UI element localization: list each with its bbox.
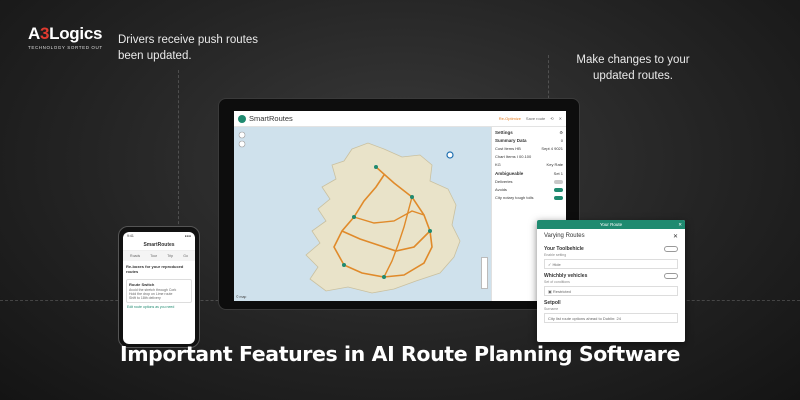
toggle-switch[interactable] xyxy=(554,195,563,200)
callout-changes: Make changes to your updated routes. xyxy=(576,54,690,82)
phone-tab[interactable]: Roads xyxy=(130,254,140,258)
setting-value[interactable]: City list route options ahead to Dublin:… xyxy=(544,313,678,323)
toggles-header: Ambigueable Set 1 xyxy=(495,171,563,176)
summary-value: 0 xyxy=(560,138,563,143)
route-settings-popup: Your Route ✕ Varying Routes ✕ Your Toolb… xyxy=(537,220,685,342)
close-icon[interactable]: ✕ xyxy=(559,116,562,121)
setting-value[interactable]: ▣ Restricted xyxy=(544,286,678,296)
popup-setting: Your Toolbehicle Enable setting ✓ Hide xyxy=(537,244,685,271)
logo-wordmark: A3Logics xyxy=(28,24,103,43)
map-tool-icon[interactable] xyxy=(238,131,246,139)
route-stop[interactable] xyxy=(382,275,386,279)
route-switch-card[interactable]: Route Switch Avoid the stretch through C… xyxy=(126,279,192,303)
laptop-screen: SmartRoutes Re-Optimize Save route ⟲ ✕ ©… xyxy=(234,111,566,301)
popup-title-row: Varying Routes ✕ xyxy=(537,229,685,244)
refresh-icon[interactable]: ⟲ xyxy=(550,116,553,121)
map-tool-icon[interactable] xyxy=(238,140,246,148)
setting-label: Your Toolbehicle xyxy=(544,246,584,252)
setting-toggle[interactable] xyxy=(664,273,678,279)
panel-title: Settings xyxy=(495,130,513,135)
close-icon[interactable]: ✕ xyxy=(678,222,682,228)
setting-value[interactable]: ✓ Hide xyxy=(544,259,678,269)
page-title: Important Features in AI Route Planning … xyxy=(119,342,681,366)
phone-tab[interactable]: Go xyxy=(183,254,188,258)
map-footer: © map xyxy=(236,295,247,299)
company-logo: A3Logics TECHNOLOGY SORTED OUT xyxy=(28,24,103,50)
logo-tagline: TECHNOLOGY SORTED OUT xyxy=(28,45,103,50)
data-value: Sept 4 9021 xyxy=(541,146,563,151)
popup-header: Your Route ✕ xyxy=(537,220,685,229)
card-title: Route Switch xyxy=(129,282,155,287)
app-brand: SmartRoutes xyxy=(249,114,293,123)
land-mass xyxy=(305,142,461,294)
toggle-switch[interactable] xyxy=(554,187,563,192)
smartroutes-logo-icon xyxy=(238,114,246,123)
callout-drivers: Drivers receive push routes been updated… xyxy=(118,34,258,62)
toggle-row: Avoids xyxy=(495,187,563,192)
edit-route-link[interactable]: Edit route options as you need xyxy=(123,305,195,309)
setting-label: Whichbly vehicles xyxy=(544,273,588,279)
route-map[interactable]: © map xyxy=(234,127,491,301)
phone-brand: SmartRoutes xyxy=(123,240,195,251)
close-icon[interactable]: ✕ xyxy=(673,233,678,240)
setting-label: Setpoll xyxy=(544,300,561,306)
toggle-row: Deliveries xyxy=(495,179,563,184)
phone-tabs: Roads Tour Trip Go xyxy=(123,251,195,261)
route-stop[interactable] xyxy=(352,215,356,219)
route-stop[interactable] xyxy=(410,195,414,199)
popup-header-label: Your Route xyxy=(599,222,623,227)
phone-time: 9:41 xyxy=(127,234,134,238)
toggle-label: Deliveries xyxy=(495,179,513,184)
setting-toggle[interactable] xyxy=(664,246,678,252)
phone-screen: 9:41 ●●● SmartRoutes Roads Tour Trip Go … xyxy=(123,232,195,344)
gear-icon[interactable]: ⚙ xyxy=(559,130,563,135)
popup-setting: Setpoll Surname City list route options … xyxy=(537,298,685,325)
data-label: KG xyxy=(495,162,501,167)
phone-message: Re-boxes for your reproduced routes xyxy=(126,264,184,274)
route-stop[interactable] xyxy=(342,263,346,267)
data-label: Cost Items HB xyxy=(495,146,521,151)
toggles-value: Set 1 xyxy=(553,171,563,176)
location-marker[interactable] xyxy=(446,151,454,159)
route-stop[interactable] xyxy=(374,165,378,169)
toggle-row: City notary tough tolls xyxy=(495,195,563,200)
summary-row: Summary Data 0 xyxy=(495,138,563,143)
toggle-label: Avoids xyxy=(495,187,507,192)
app-header: SmartRoutes Re-Optimize Save route ⟲ ✕ xyxy=(234,111,566,127)
phone-tab[interactable]: Tour xyxy=(150,254,157,258)
data-row: Cost Items HB Sept 4 9021 xyxy=(495,146,563,151)
popup-title: Varying Routes xyxy=(544,233,585,239)
panel-header: Settings ⚙ xyxy=(495,130,563,135)
summary-title: Summary Data xyxy=(495,138,527,143)
toggle-label: City notary tough tolls xyxy=(495,195,534,200)
toggle-switch[interactable] xyxy=(554,179,563,184)
laptop-device: SmartRoutes Re-Optimize Save route ⟲ ✕ ©… xyxy=(218,98,580,310)
data-row: KG Key Rate xyxy=(495,162,563,167)
data-row: Chart Items I 00.100 xyxy=(495,154,563,159)
save-route-button[interactable]: Save route xyxy=(526,116,545,121)
card-line: Shift to 18th delivery xyxy=(129,296,161,300)
setting-sub: Surname xyxy=(544,307,559,311)
signal-icon: ●●● xyxy=(184,234,191,238)
ireland-map xyxy=(238,131,461,294)
zoom-control[interactable] xyxy=(481,257,488,289)
data-value: Key Rate xyxy=(546,162,563,167)
setting-sub: Enable setting xyxy=(544,253,567,257)
data-label: Chart Items I 00.100 xyxy=(495,154,532,159)
toggles-title: Ambigueable xyxy=(495,171,524,176)
reoptimize-button[interactable]: Re-Optimize xyxy=(499,116,521,121)
phone-device: 9:41 ●●● SmartRoutes Roads Tour Trip Go … xyxy=(118,226,200,348)
app-actions: Re-Optimize Save route ⟲ ✕ xyxy=(499,116,562,121)
phone-tab[interactable]: Trip xyxy=(167,254,173,258)
popup-setting: Whichbly vehicles Set of conditions ▣ Re… xyxy=(537,271,685,298)
route-stop[interactable] xyxy=(428,229,432,233)
setting-sub: Set of conditions xyxy=(544,280,570,284)
phone-status-bar: 9:41 ●●● xyxy=(123,232,195,240)
